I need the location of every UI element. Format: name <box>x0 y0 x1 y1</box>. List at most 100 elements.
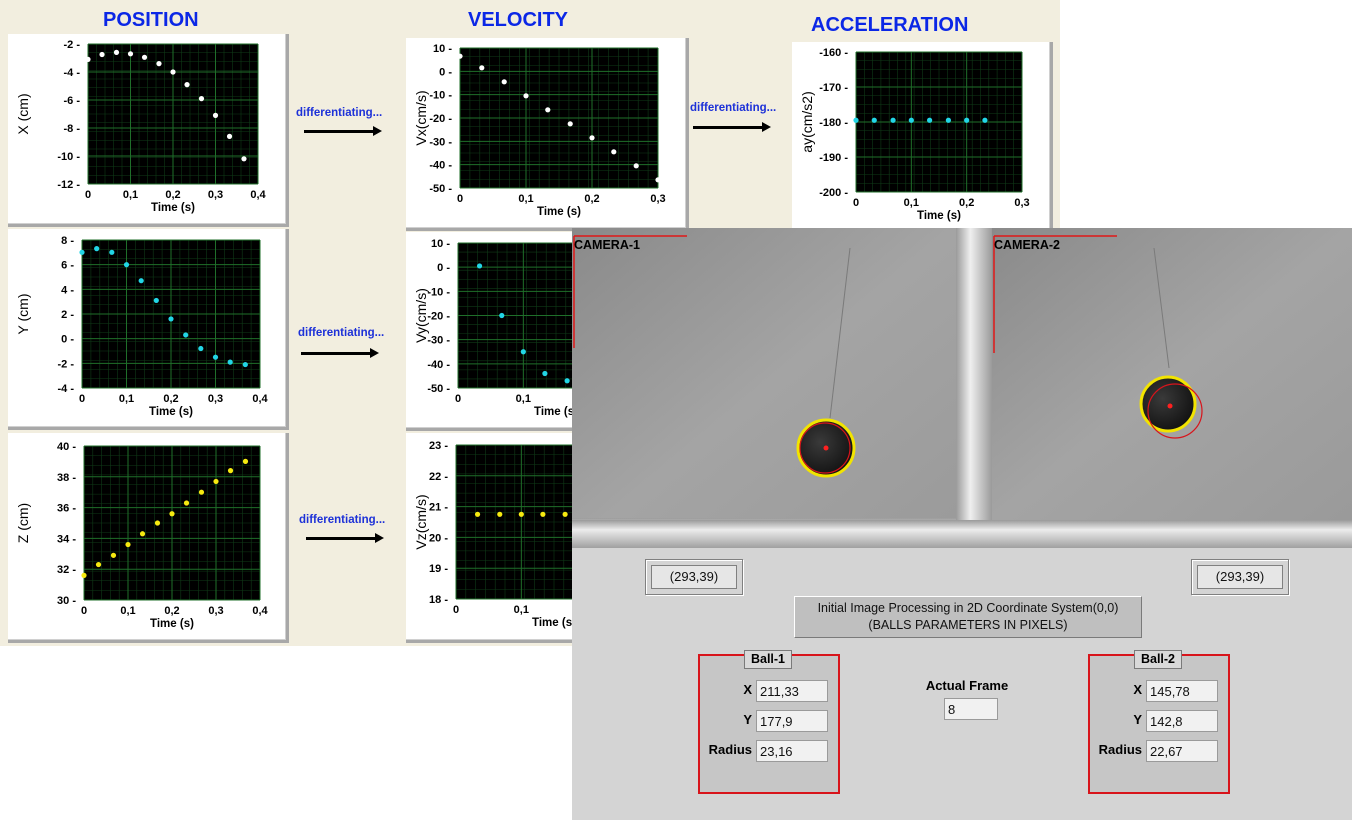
processing-line-2: (BALLS PARAMETERS IN PIXELS) <box>868 618 1068 632</box>
x-tick-label: 0,1 <box>514 604 529 616</box>
y-tick-label: 30 - <box>57 595 76 607</box>
x-tick-label: 0 <box>85 189 91 201</box>
data-point <box>567 121 573 127</box>
ball-2-radius-field[interactable]: 22,67 <box>1146 740 1218 762</box>
ball-2-y-label: Y <box>1133 712 1142 727</box>
data-point <box>564 378 570 384</box>
data-point <box>476 263 483 269</box>
data-point <box>474 511 481 517</box>
y-tick-label: -10 - <box>429 90 452 102</box>
y-tick-label: 10 - <box>431 238 450 250</box>
y-tick-label: 32 - <box>57 564 76 576</box>
vision-panel: CAMERA-1 CAMERA-2 (293,39) (293,39) Init… <box>572 228 1352 820</box>
data-point <box>655 177 661 183</box>
data-point <box>908 117 914 123</box>
data-point <box>79 249 85 255</box>
y-tick-label: 23 - <box>429 440 448 452</box>
data-point <box>99 51 105 58</box>
plot-frame-y: 0 0,1 0,2 0,3 0,4 -4 - -2 - 0 - 2 - 4 - 6 - 8 - Time… <box>8 229 289 430</box>
data-point <box>241 156 247 162</box>
data-point <box>227 359 233 365</box>
y-axis-label: Vx(cm/s) <box>413 90 429 145</box>
x-tick-label: 0,3 <box>208 189 223 201</box>
camera-2-view: CAMERA-2 <box>992 228 1352 520</box>
ball-1-x-field[interactable]: 211,33 <box>756 680 828 702</box>
ball-2-x-field[interactable]: 145,78 <box>1146 680 1218 702</box>
y-tick-label: -4 - <box>58 383 75 395</box>
x-tick-label: 0 <box>81 605 87 617</box>
pipe-horizontal <box>572 520 1352 548</box>
ball-2-title: Ball-2 <box>1134 650 1182 669</box>
camera-1-coords: (293,39) <box>645 559 743 595</box>
y-tick-label: -180 - <box>819 117 848 129</box>
data-point <box>113 49 120 55</box>
plot-frame-vx: 0 0,1 0,2 0,3 -50 - -40 - -30 - -20 - -10 - 0 - 10… <box>406 38 689 231</box>
x-tick-label: 0,3 <box>650 193 665 205</box>
data-point <box>212 112 219 118</box>
y-axis-label: ay(cm/s2) <box>799 91 815 152</box>
pipe-divider <box>956 228 992 520</box>
x-tick-label: 0,1 <box>123 189 138 201</box>
data-point <box>926 117 933 123</box>
plot-frame-z: 0 0,1 0,2 0,3 0,4 30 - 32 - 34 - 36 - 38 - 40 - Tim… <box>8 433 289 643</box>
actual-frame-field[interactable]: 8 <box>944 698 998 720</box>
y-axis-label: Vy(cm/s) <box>413 288 429 343</box>
data-point <box>212 354 219 360</box>
x-tick-label: 0,2 <box>584 193 599 205</box>
initial-processing-button[interactable]: Initial Image Processing in 2D Coordinat… <box>794 596 1142 638</box>
y-tick-label: -4 - <box>64 67 81 79</box>
camera-1-view: CAMERA-1 <box>572 228 956 548</box>
y-axis-label: Y (cm) <box>15 294 31 335</box>
x-tick-label: 0,1 <box>518 193 533 205</box>
y-tick-label: -6 - <box>64 95 81 107</box>
y-tick-label: 2 - <box>61 309 74 321</box>
data-point <box>982 117 988 123</box>
y-tick-label: -30 - <box>427 335 450 347</box>
ball-1-y-field[interactable]: 177,9 <box>756 710 828 732</box>
y-tick-label: -2 - <box>64 39 81 51</box>
data-point <box>138 278 144 284</box>
camera-1-label: CAMERA-1 <box>574 238 640 252</box>
x-tick-label: 0,2 <box>959 197 974 209</box>
data-point <box>523 93 529 99</box>
ball-1-radius-field[interactable]: 23,16 <box>756 740 828 762</box>
data-point <box>633 163 639 169</box>
data-point <box>890 117 896 123</box>
ball-2-y-field[interactable]: 142,8 <box>1146 710 1218 732</box>
y-tick-label: -20 - <box>427 311 450 323</box>
data-point <box>226 133 233 139</box>
data-point <box>611 149 617 155</box>
ball-1-y-label: Y <box>743 712 752 727</box>
data-point <box>170 69 176 75</box>
y-tick-label: -2 - <box>58 358 75 370</box>
ball-1-panel: Ball-1 X 211,33 Y 177,9 Radius 23,16 <box>698 650 840 794</box>
x-tick-label: 0,2 <box>164 605 179 617</box>
data-point <box>562 511 568 517</box>
x-axis-label: Time (s) <box>149 406 193 418</box>
data-point <box>964 117 970 123</box>
chart-ay: 0 0,1 0,2 0,3 -200 - -190 - -180 - -170 - -160 -… <box>799 47 1030 222</box>
differentiating-label-z: differentiating... <box>299 514 386 526</box>
data-point <box>156 61 162 67</box>
x-tick-label: 0,1 <box>120 605 135 617</box>
data-point <box>183 332 189 338</box>
data-point <box>945 117 952 123</box>
x-axis-label: Time (s) <box>151 202 195 214</box>
camera-1-image <box>572 228 956 548</box>
data-point <box>479 65 485 71</box>
y-tick-label: -40 - <box>427 359 450 371</box>
data-point <box>85 56 91 62</box>
x-tick-label: 0,1 <box>904 197 919 209</box>
y-tick-label: -170 - <box>819 82 848 94</box>
acceleration-title: ACCELERATION <box>811 14 969 36</box>
y-tick-label: 6 - <box>61 260 74 272</box>
data-point <box>95 561 102 568</box>
y-tick-label: 40 - <box>57 441 76 453</box>
y-tick-label: -160 - <box>819 47 848 59</box>
x-axis-label: Time (s) <box>537 206 581 218</box>
y-tick-label: 0 - <box>439 66 452 78</box>
y-tick-label: 38 - <box>57 472 76 484</box>
camera-2-coords-value: (293,39) <box>1197 565 1283 589</box>
camera-2-image <box>992 228 1352 520</box>
differentiating-label-x: differentiating... <box>296 107 383 119</box>
